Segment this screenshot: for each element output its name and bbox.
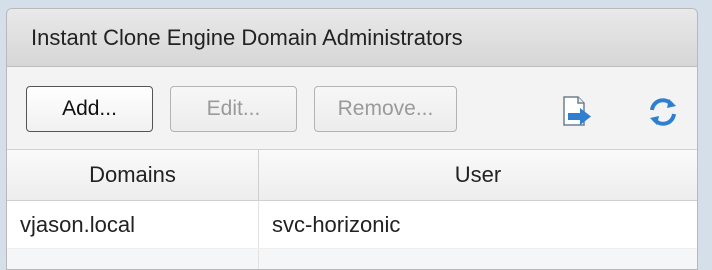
domain-administrators-panel: Instant Clone Engine Domain Administrato… — [6, 8, 698, 270]
refresh-icon[interactable] — [645, 94, 681, 130]
table-row[interactable]: vjason.local svc-horizonic — [7, 201, 697, 249]
column-header-user[interactable]: User — [259, 150, 697, 200]
administrators-table: Domains User vjason.local svc-horizonic — [7, 150, 697, 269]
empty-cell — [259, 249, 697, 269]
panel-titlebar: Instant Clone Engine Domain Administrato… — [7, 9, 697, 67]
table-row-empty — [7, 249, 697, 269]
edit-button[interactable]: Edit... — [170, 86, 297, 132]
column-header-domains[interactable]: Domains — [7, 150, 259, 200]
cell-domain: vjason.local — [7, 201, 259, 248]
empty-cell — [7, 249, 259, 269]
export-icon[interactable] — [558, 94, 594, 130]
table-header: Domains User — [7, 150, 697, 201]
cell-user: svc-horizonic — [272, 211, 401, 237]
add-button[interactable]: Add... — [26, 86, 153, 132]
toolbar: Add... Edit... Remove... — [7, 67, 697, 150]
remove-button[interactable]: Remove... — [314, 86, 457, 132]
panel-title: Instant Clone Engine Domain Administrato… — [31, 24, 463, 50]
